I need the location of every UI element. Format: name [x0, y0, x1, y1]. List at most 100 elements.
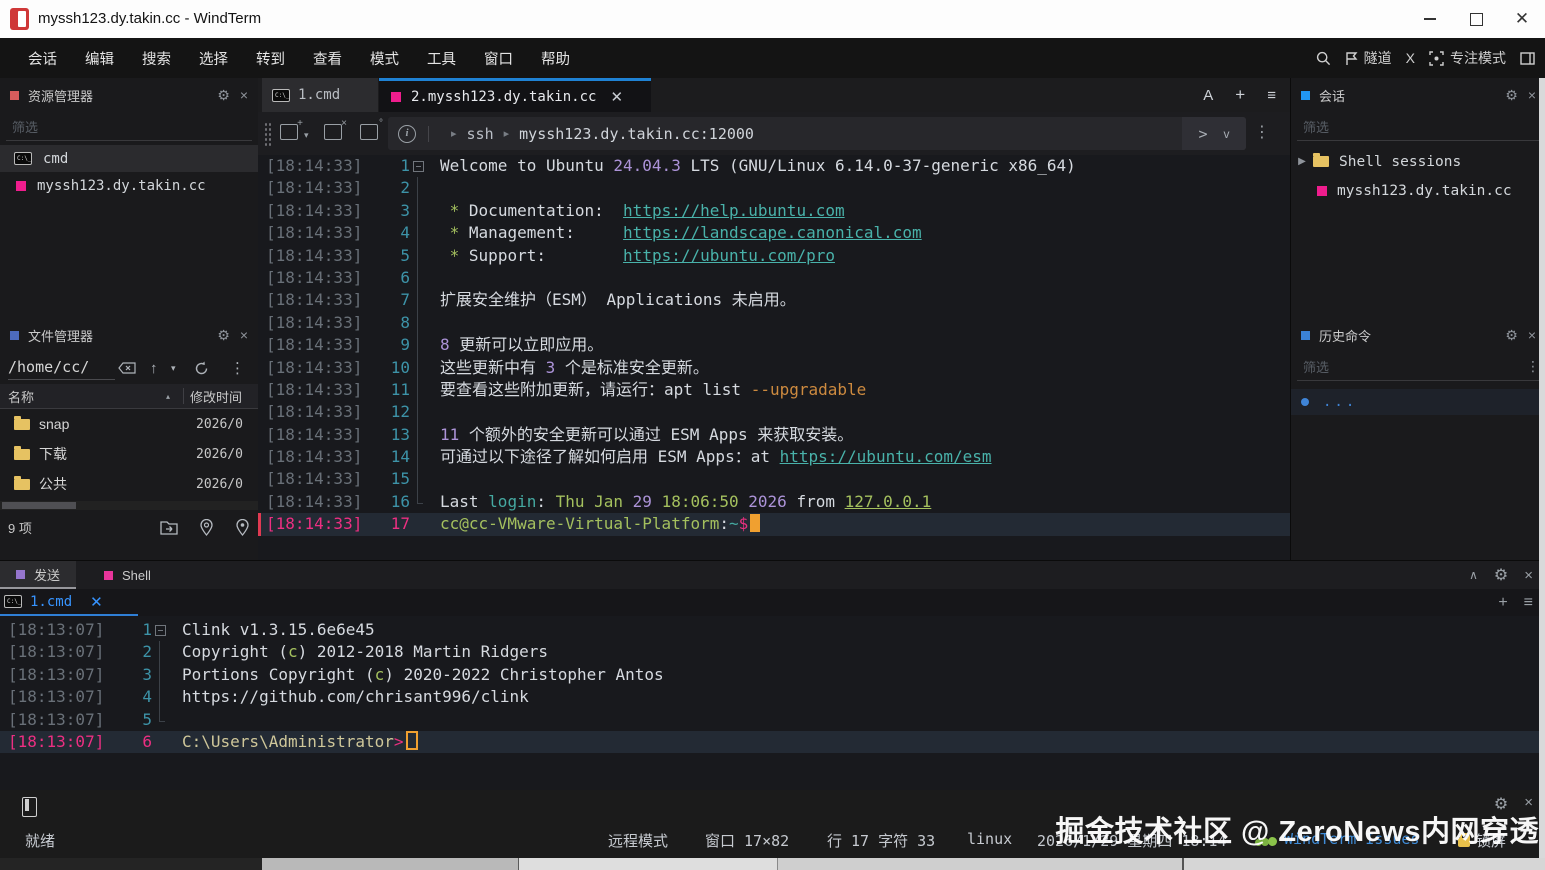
explorer-filter-input[interactable]: 筛选	[6, 112, 252, 141]
layout-icon[interactable]	[1520, 51, 1535, 65]
pane-caret-icon[interactable]: ▾	[304, 130, 309, 141]
session-filter-input[interactable]: 筛选	[1297, 112, 1540, 141]
line-number: 5	[400, 245, 410, 265]
menu-item-2[interactable]: 搜索	[128, 48, 185, 69]
menu-item-1[interactable]: 编辑	[71, 48, 128, 69]
tab-shell[interactable]: Shell	[90, 561, 165, 589]
close-icon[interactable]: ×	[1524, 567, 1533, 584]
file-row-公共[interactable]: 公共 2026/0	[0, 469, 258, 499]
bottom-terminal[interactable]: [18:13:07] 1 Clink v1.3.15.6e6e45 [18:13:07…	[0, 619, 1545, 754]
window-edge-scrollbar[interactable]	[1539, 78, 1545, 858]
close-icon[interactable]: ×	[1528, 87, 1536, 103]
menu-item-5[interactable]: 查看	[299, 48, 356, 69]
close-pane-icon[interactable]: ×	[324, 118, 347, 140]
dropdown-chevron-icon[interactable]: v	[1224, 127, 1230, 141]
open-folder-icon[interactable]	[160, 519, 178, 535]
drag-handle[interactable]	[264, 122, 272, 146]
explorer-item-0[interactable]: C:\_ cmd	[0, 145, 258, 172]
close-icon[interactable]: ×	[1528, 327, 1536, 343]
menu-item-6[interactable]: 模式	[356, 48, 413, 69]
kebab-menu-icon[interactable]: ⋮	[230, 359, 245, 377]
close-button[interactable]: ✕	[1499, 0, 1545, 38]
tab-menu-icon[interactable]: ≡	[1524, 594, 1533, 612]
fold-toggle-icon[interactable]	[410, 155, 426, 177]
focus-mode-menu[interactable]: 专注模式	[1429, 48, 1506, 68]
line-content: * Management: https://landscape.canonica…	[449, 223, 922, 243]
menu-item-0[interactable]: 会话	[14, 48, 71, 69]
menu-item-3[interactable]: 选择	[185, 48, 242, 69]
status-os[interactable]: linux	[967, 830, 1012, 848]
bottom-tab-1-cmd[interactable]: C:\_ 1.cmd ✕	[4, 589, 103, 614]
run-chevron-icon[interactable]: >	[1198, 125, 1207, 143]
tab-send[interactable]: 发送	[0, 561, 77, 589]
new-tab-button[interactable]: +	[1235, 85, 1245, 105]
up-arrow-icon[interactable]: ↑	[150, 360, 158, 377]
menu-item-7[interactable]: 工具	[413, 48, 470, 69]
explorer-item-1[interactable]: myssh123.dy.takin.cc	[0, 172, 258, 199]
status-line-char[interactable]: 行 17 字符 33	[827, 830, 935, 851]
chevron-down-icon[interactable]: ▾	[171, 363, 176, 374]
menu-item-8[interactable]: 窗口	[470, 48, 527, 69]
expand-arrow-icon[interactable]: ▶	[1295, 156, 1309, 167]
fold-guide	[410, 266, 426, 290]
gear-icon[interactable]: ⚙	[1505, 327, 1518, 344]
menu-item-9[interactable]: 帮助	[527, 48, 584, 69]
file-table-header[interactable]: 名称 ▴ 修改时间	[0, 384, 258, 409]
location-target-icon[interactable]	[235, 518, 250, 536]
tab-close-icon[interactable]: ✕	[610, 88, 623, 106]
font-button[interactable]: A	[1203, 87, 1213, 104]
pane-options-icon[interactable]: °	[360, 118, 383, 140]
kebab-menu-icon[interactable]: ⋮	[1526, 358, 1540, 375]
file-name: snap	[39, 416, 70, 432]
collapse-chevron-icon[interactable]: ∧	[1469, 568, 1478, 582]
history-item[interactable]: ...	[1291, 389, 1545, 415]
horizontal-scrollbar[interactable]	[0, 501, 258, 510]
backspace-icon[interactable]	[118, 362, 136, 374]
menu-item-4[interactable]: 转到	[242, 48, 299, 69]
gear-icon[interactable]: ⚙	[217, 87, 230, 104]
gear-icon[interactable]: ⚙	[1505, 87, 1518, 104]
minimize-button[interactable]	[1407, 0, 1453, 38]
maximize-button[interactable]	[1453, 0, 1499, 38]
breadcrumb-arrow-icon: ▸	[503, 128, 510, 140]
line-timestamp: [18:14:33]	[266, 245, 363, 265]
file-row-snap[interactable]: snap 2026/0	[0, 409, 258, 439]
close-icon[interactable]: ×	[240, 327, 248, 343]
kebab-menu-icon[interactable]: ⋮	[1254, 122, 1270, 142]
column-modified[interactable]: 修改时间	[190, 387, 242, 406]
titlebar: myssh123.dy.takin.cc - WindTerm ✕	[0, 0, 1545, 39]
status-window-size[interactable]: 窗口 17×82	[705, 830, 789, 851]
new-pane-icon[interactable]: +	[280, 118, 303, 140]
gear-icon[interactable]: ⚙	[1494, 565, 1508, 585]
refresh-icon[interactable]	[194, 361, 209, 376]
path-input[interactable]: /home/cc/	[8, 356, 116, 380]
file-row-下载[interactable]: 下载 2026/0	[0, 439, 258, 469]
line-number: 6	[142, 731, 152, 751]
tab-2-myssh[interactable]: 2.myssh123.dy.takin.cc ✕	[379, 78, 651, 112]
tab-menu-icon[interactable]: ≡	[1267, 87, 1276, 104]
terminal-line-3: [18:14:33] 3 * Documentation: https://hel…	[258, 199, 1290, 223]
main-terminal[interactable]: [18:14:33] 1 Welcome to Ubuntu 24.04.3 LTS…	[258, 155, 1290, 537]
new-tab-button[interactable]: +	[1498, 594, 1507, 612]
session-item-myssh[interactable]: myssh123.dy.takin.cc	[1291, 176, 1545, 205]
tab-close-icon[interactable]: ✕	[90, 593, 103, 611]
gear-icon[interactable]: ⚙	[217, 327, 230, 344]
history-filter-input[interactable]: 筛选 ⋮	[1297, 352, 1540, 381]
address-bar[interactable]: i ▸ ssh ▸ myssh123.dy.takin.cc:12000 > v	[388, 117, 1246, 150]
protocol-label[interactable]: ssh	[467, 125, 494, 143]
search-icon[interactable]	[1316, 51, 1331, 66]
status-remote-mode[interactable]: 远程模式	[608, 830, 668, 851]
fold-toggle-icon[interactable]	[152, 619, 168, 641]
host-label[interactable]: myssh123.dy.takin.cc:12000	[519, 125, 754, 143]
x-menu[interactable]: X	[1406, 50, 1415, 66]
close-icon[interactable]: ×	[240, 87, 248, 103]
fold-guide	[152, 663, 168, 687]
tab-1-cmd[interactable]: C:\_ 1.cmd	[262, 78, 378, 112]
line-number: 17	[390, 514, 410, 534]
location-pin-icon[interactable]	[200, 518, 213, 536]
info-icon[interactable]: i	[398, 124, 416, 143]
line-content	[426, 468, 440, 490]
line-timestamp: [18:14:33]	[266, 200, 363, 220]
tunnel-menu[interactable]: 隧道	[1345, 48, 1392, 68]
session-group-shell-sessions[interactable]: ▶ Shell sessions	[1291, 147, 1545, 176]
